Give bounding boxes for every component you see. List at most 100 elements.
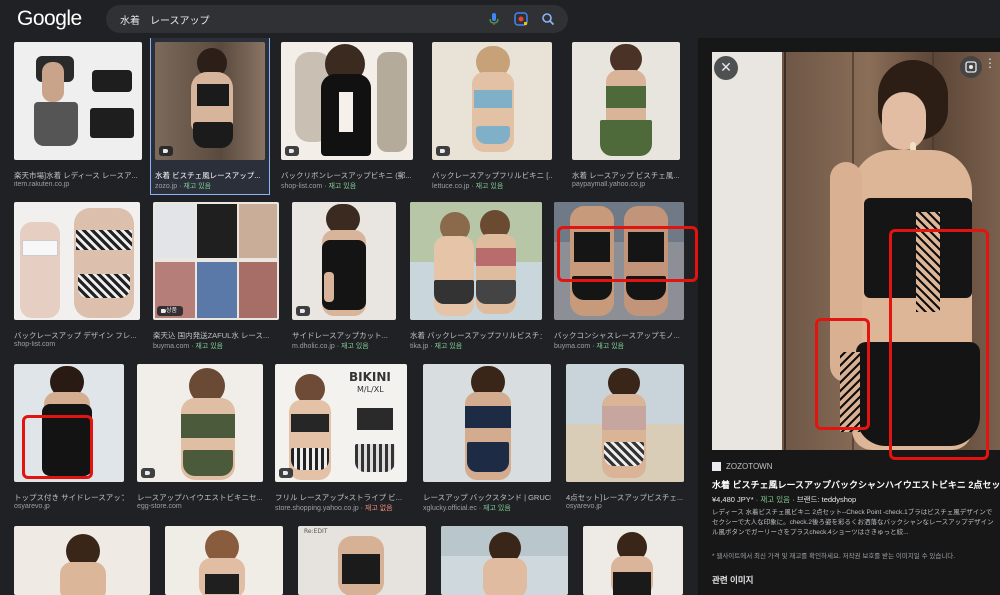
result-thumbnail[interactable] bbox=[14, 526, 150, 595]
result-thumbnail[interactable] bbox=[14, 42, 142, 160]
more-options-button[interactable]: ⋮ bbox=[984, 56, 1000, 78]
result-card[interactable]: 水着 バックレースアップフリルビスチェ... tika.jp · 재고 있음 bbox=[410, 202, 542, 352]
highlight-box bbox=[815, 318, 870, 430]
result-card[interactable]: バックレースアップフリルビキニ [... lettuce.co.jp · 재고 … bbox=[432, 42, 552, 192]
result-card[interactable]: BIKINI M/L/XL フリル レースアップ×ストライプ ビ... stor… bbox=[275, 364, 407, 514]
price-notice: * 웹사이트에서 최신 가격 및 재고를 확인하세요. 저작권 보호를 받는 이… bbox=[712, 553, 956, 560]
source-favicon-icon bbox=[712, 462, 721, 471]
result-thumbnail[interactable] bbox=[155, 42, 265, 160]
result-title[interactable]: バックレースアップ デザイン フレ... bbox=[14, 330, 140, 341]
result-source: buyma.com · 재고 있음 bbox=[554, 343, 625, 350]
product-tag-icon bbox=[159, 146, 173, 156]
result-title[interactable]: 水着 レースアップ ビスチェ風... bbox=[572, 170, 680, 181]
thumb-text-bikini: BIKINI bbox=[349, 370, 391, 384]
result-thumbnail[interactable] bbox=[410, 202, 542, 320]
result-title-link[interactable]: 水着 ビスチェ風レースアップバックシャンハイウエストビキニ 2点セット bbox=[712, 478, 1000, 491]
result-card[interactable]: レースアップ バックスタンド | GRUCK xglucky.official.… bbox=[423, 364, 551, 514]
product-tag-icon bbox=[285, 146, 299, 156]
result-card[interactable] bbox=[441, 526, 568, 595]
highlight-box bbox=[889, 229, 989, 460]
product-tag-icon bbox=[141, 468, 155, 478]
result-card[interactable] bbox=[165, 526, 283, 595]
result-card[interactable]: 水着 レースアップ ビスチェ風... paypaymall.yahoo.co.j… bbox=[572, 42, 680, 192]
result-title[interactable]: 楽天込 国内発送ZAFUL水 レース... bbox=[153, 330, 279, 341]
product-tag-icon bbox=[279, 468, 293, 478]
result-thumbnail[interactable] bbox=[441, 526, 568, 595]
result-title[interactable]: バックレースアップフリルビキニ [... bbox=[432, 170, 552, 181]
result-card[interactable]: Re:EDIT bbox=[298, 526, 426, 595]
result-title[interactable]: レースアップハイウエストビキニセ... bbox=[137, 492, 263, 503]
result-source: paypaymall.yahoo.co.jp bbox=[572, 181, 646, 188]
image-preview-panel: ✕ ⋮ ZOZOTOWN 水着 ビスチェ風レースアップバックシャンハイウエストビ… bbox=[698, 38, 1000, 595]
close-button[interactable]: ✕ bbox=[714, 56, 738, 80]
result-title[interactable]: 水着 バックレースアップフリルビスチェ... bbox=[410, 330, 542, 341]
google-lens-icon[interactable] bbox=[513, 11, 529, 27]
result-card-selected[interactable]: 水着 ビスチェ風レースアップ... zozo.jp · 재고 있음 bbox=[155, 42, 265, 192]
result-thumbnail[interactable] bbox=[292, 202, 396, 320]
result-card[interactable] bbox=[583, 526, 683, 595]
result-card[interactable]: レースアップハイウエストビキニセ... egg-store.com bbox=[137, 364, 263, 514]
result-source: item.rakuten.co.jp bbox=[14, 181, 70, 188]
result-title[interactable]: トップス付き サイドレースアップ... bbox=[14, 492, 124, 503]
google-logo[interactable]: Google bbox=[17, 7, 82, 31]
search-icon[interactable] bbox=[540, 11, 556, 27]
result-source: shop-list.com bbox=[14, 341, 56, 348]
result-thumbnail[interactable]: BIKINI M/L/XL bbox=[275, 364, 407, 482]
result-thumbnail[interactable] bbox=[432, 42, 552, 160]
gift-badge-label: 상품 bbox=[166, 307, 178, 314]
result-thumbnail[interactable] bbox=[423, 364, 551, 482]
result-card[interactable]: 4点セット]レースアップビスチェ... osyarevo.jp bbox=[566, 364, 684, 514]
result-source: buyma.com · 재고 있음 bbox=[153, 343, 224, 350]
result-thumbnail[interactable] bbox=[153, 202, 279, 320]
related-images-heading: 관련 이미지 bbox=[712, 575, 754, 585]
result-thumbnail[interactable] bbox=[14, 202, 140, 320]
result-card[interactable] bbox=[14, 526, 150, 595]
result-source: lettuce.co.jp · 재고 있음 bbox=[432, 183, 504, 190]
result-thumbnail[interactable] bbox=[583, 526, 683, 595]
source-name[interactable]: ZOZOTOWN bbox=[726, 462, 773, 471]
result-card[interactable]: 상품 楽天込 国内発送ZAFUL水 レース... buyma.com · 재고 … bbox=[153, 202, 279, 352]
result-source: shop-list.com · 재고 있음 bbox=[281, 183, 357, 190]
search-inside-image-button[interactable] bbox=[960, 56, 982, 78]
result-title[interactable]: レースアップ バックスタンド | GRUCK bbox=[423, 492, 551, 503]
result-thumbnail[interactable] bbox=[137, 364, 263, 482]
result-title[interactable]: バックリボンレースアップビキニ (郵... bbox=[281, 170, 413, 181]
microphone-icon[interactable] bbox=[486, 11, 502, 27]
result-source: m.dholic.co.jp · 재고 있음 bbox=[292, 343, 369, 350]
result-thumbnail[interactable]: Re:EDIT bbox=[298, 526, 426, 595]
result-source: osyarevo.jp bbox=[566, 503, 602, 510]
result-source: store.shopping.yahoo.co.jp · 재고 없음 bbox=[275, 505, 393, 512]
thumb-text-size: M/L/XL bbox=[357, 385, 384, 394]
result-title[interactable]: サイドレースアップカット... bbox=[292, 330, 396, 341]
result-title[interactable]: 水着 ビスチェ風レースアップ... bbox=[155, 170, 265, 181]
thumb-text-brand: Re:EDIT bbox=[304, 528, 328, 535]
highlight-box bbox=[22, 415, 93, 479]
stock-status: · 재고 있음 bbox=[755, 495, 791, 504]
image-results-grid: 楽天市場]水着 レディース レースア... item.rakuten.co.jp… bbox=[0, 38, 698, 595]
result-source: egg-store.com bbox=[137, 503, 182, 510]
product-description: レディース 水着ビスチェ風ビキニ 2点セット--Check Point -che… bbox=[712, 509, 994, 536]
result-card[interactable]: バックレースアップ デザイン フレ... shop-list.com bbox=[14, 202, 140, 352]
result-card[interactable]: 楽天市場]水着 レディース レースア... item.rakuten.co.jp bbox=[14, 42, 142, 192]
product-tag-icon bbox=[296, 306, 310, 316]
result-thumbnail[interactable] bbox=[281, 42, 413, 160]
result-thumbnail[interactable] bbox=[566, 364, 684, 482]
search-input[interactable]: 水着 レースアップ bbox=[120, 12, 210, 27]
result-title[interactable]: 楽天市場]水着 レディース レースア... bbox=[14, 170, 142, 181]
lens-icon bbox=[965, 61, 977, 73]
result-source: tika.jp · 재고 있음 bbox=[410, 343, 463, 350]
result-thumbnail[interactable] bbox=[572, 42, 680, 160]
price: ¥4,480 JPY* bbox=[712, 495, 754, 504]
result-title[interactable]: バックコンシャスレースアップモノ... bbox=[554, 330, 684, 341]
top-bar: Google 水着 レースアップ bbox=[0, 0, 1000, 38]
price-line: ¥4,480 JPY* · 재고 있음 · 브랜드: teddyshop bbox=[712, 494, 856, 505]
result-card[interactable]: サイドレースアップカット... m.dholic.co.jp · 재고 있음 bbox=[292, 202, 396, 352]
result-thumbnail[interactable] bbox=[165, 526, 283, 595]
result-card[interactable]: バックリボンレースアップビキニ (郵... shop-list.com · 재고… bbox=[281, 42, 413, 192]
result-title[interactable]: 4点セット]レースアップビスチェ... bbox=[566, 492, 684, 503]
search-box[interactable]: 水着 レースアップ bbox=[106, 5, 568, 33]
result-source: osyarevo.jp bbox=[14, 503, 50, 510]
result-title[interactable]: フリル レースアップ×ストライプ ビ... bbox=[275, 492, 407, 503]
highlight-box bbox=[557, 226, 698, 282]
result-source: xglucky.official.ec · 재고 있음 bbox=[423, 505, 511, 512]
